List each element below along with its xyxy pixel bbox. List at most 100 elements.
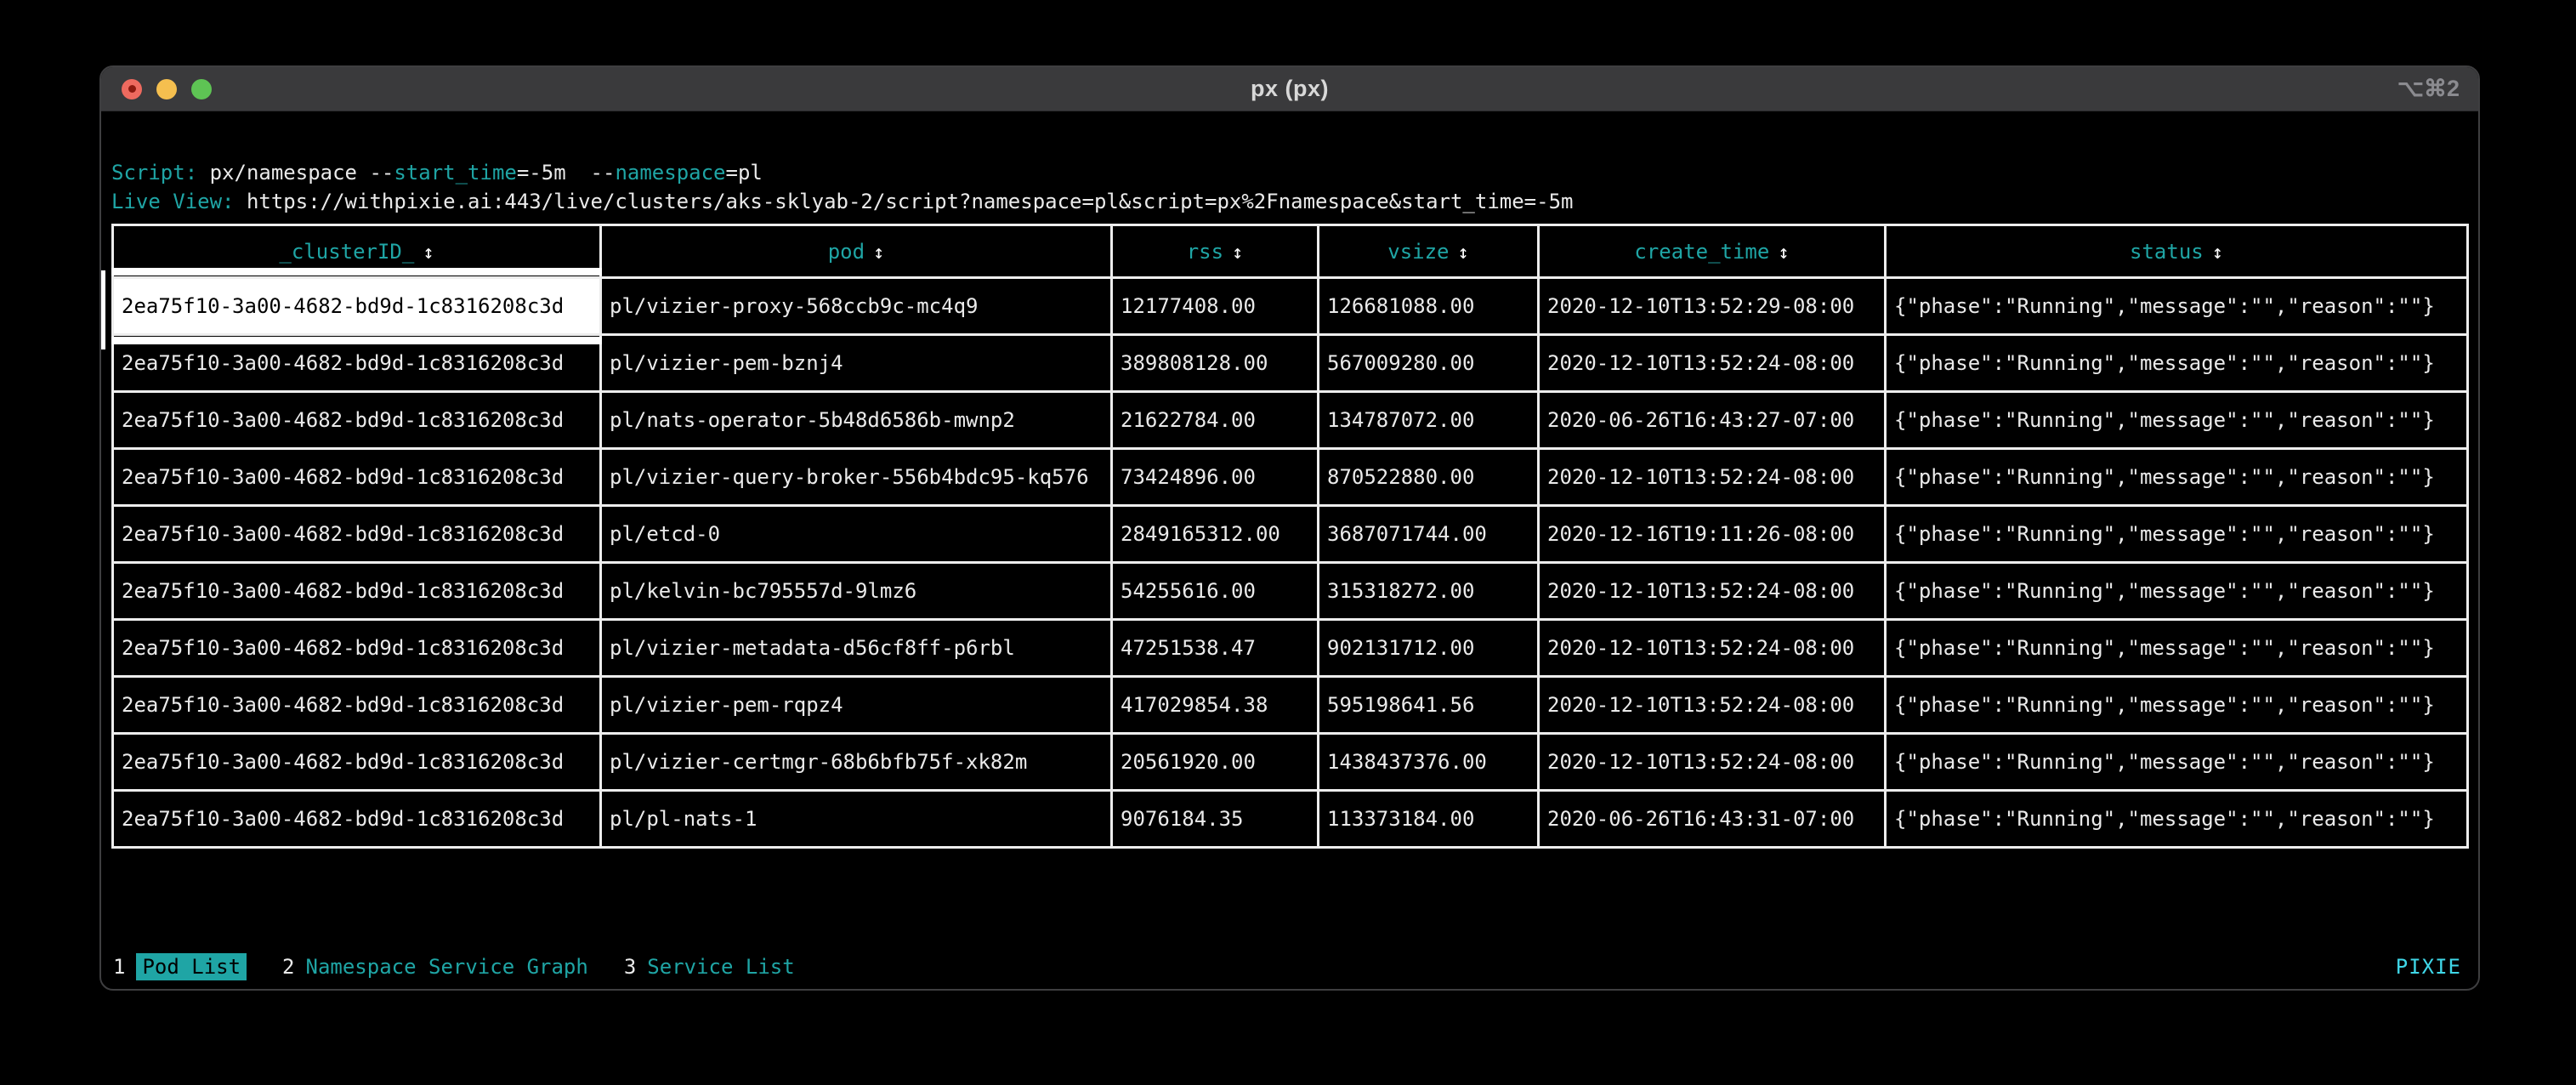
cell-status[interactable]: {"phase":"Running","message":"","reason"… [1884, 276, 2469, 336]
minimize-button[interactable] [156, 78, 177, 99]
terminal-content: Script: px/namespace --start_time=-5m --… [101, 112, 2478, 989]
table-row: 2ea75f10-3a00-4682-bd9d-1c8316208c3d pl/v… [111, 618, 2469, 678]
titlebar[interactable]: px (px) ⌥⌘2 [101, 67, 2478, 111]
terminal-window: px (px) ⌥⌘2 Script: px/namespace --start… [99, 65, 2480, 991]
cell-create_time[interactable]: 2020-12-10T13:52:24-08:00 [1537, 561, 1887, 621]
cell-clusterID[interactable]: 2ea75f10-3a00-4682-bd9d-1c8316208c3d [111, 561, 602, 621]
column-header-pod[interactable]: pod ↕ [599, 224, 1113, 279]
cell-rss[interactable]: 54255616.00 [1110, 561, 1319, 621]
tab-number: 1 [113, 955, 126, 979]
cell-pod[interactable]: pl/vizier-pem-rqpz4 [599, 675, 1113, 735]
tab-number: 3 [623, 955, 637, 979]
close-button[interactable] [122, 78, 142, 99]
flag-namespace-value: =pl [725, 161, 763, 185]
sort-icon: ↕ [1778, 241, 1790, 264]
cell-clusterID[interactable]: 2ea75f10-3a00-4682-bd9d-1c8316208c3d [111, 447, 602, 507]
flag-start-time-value: =-5m [516, 161, 566, 185]
cell-pod[interactable]: pl/pl-nats-1 [599, 789, 1113, 849]
cell-pod[interactable]: pl/nats-operator-5b48d6586b-mwnp2 [599, 390, 1113, 450]
cell-vsize[interactable]: 595198641.56 [1317, 675, 1540, 735]
cell-rss[interactable]: 2849165312.00 [1110, 504, 1319, 564]
cell-pod[interactable]: pl/vizier-pem-bznj4 [599, 333, 1113, 393]
table-row: 2ea75f10-3a00-4682-bd9d-1c8316208c3d pl/e… [111, 504, 2469, 564]
flag-start-time: start_time [394, 161, 517, 185]
cell-pod[interactable]: pl/vizier-metadata-d56cf8ff-p6rbl [599, 618, 1113, 678]
cell-create_time[interactable]: 2020-06-26T16:43:31-07:00 [1537, 789, 1887, 849]
cell-pod[interactable]: pl/vizier-query-broker-556b4bdc95-kq576 [599, 447, 1113, 507]
cell-rss[interactable]: 9076184.35 [1110, 789, 1319, 849]
cell-vsize[interactable]: 134787072.00 [1317, 390, 1540, 450]
cell-create_time[interactable]: 2020-12-10T13:52:24-08:00 [1537, 618, 1887, 678]
cell-create_time[interactable]: 2020-12-10T13:52:29-08:00 [1537, 276, 1887, 336]
cell-pod[interactable]: pl/etcd-0 [599, 504, 1113, 564]
cell-clusterID[interactable]: 2ea75f10-3a00-4682-bd9d-1c8316208c3d [111, 675, 602, 735]
traffic-lights [122, 67, 212, 111]
column-header-create-time[interactable]: create_time ↕ [1537, 224, 1887, 279]
cell-rss[interactable]: 389808128.00 [1110, 333, 1319, 393]
cell-status[interactable]: {"phase":"Running","message":"","reason"… [1884, 390, 2469, 450]
tab-label: Namespace Service Graph [305, 955, 588, 979]
cell-create_time[interactable]: 2020-06-26T16:43:27-07:00 [1537, 390, 1887, 450]
cell-vsize[interactable]: 3687071744.00 [1317, 504, 1540, 564]
sort-icon: ↕ [423, 241, 434, 264]
cell-create_time[interactable]: 2020-12-10T13:52:24-08:00 [1537, 333, 1887, 393]
flag-dashes: -- [369, 161, 394, 185]
script-label: Script: [111, 161, 210, 185]
column-header-rss[interactable]: rss ↕ [1110, 224, 1319, 279]
cell-clusterID[interactable]: 2ea75f10-3a00-4682-bd9d-1c8316208c3d [111, 732, 602, 792]
fullscreen-button[interactable] [191, 78, 212, 99]
cell-pod[interactable]: pl/vizier-proxy-568ccb9c-mc4q9 [599, 276, 1113, 336]
column-header-vsize[interactable]: vsize ↕ [1317, 224, 1540, 279]
flag-dashes: -- [590, 161, 616, 185]
window-shortcut-badge: ⌥⌘2 [2397, 76, 2460, 101]
cell-vsize[interactable]: 126681088.00 [1317, 276, 1540, 336]
tab-number: 2 [282, 955, 295, 979]
cell-vsize[interactable]: 1438437376.00 [1317, 732, 1540, 792]
pods-table: _clusterID_ ↕ pod ↕ rss ↕ vsize ↕ create_tim… [111, 224, 2469, 849]
cell-vsize[interactable]: 113373184.00 [1317, 789, 1540, 849]
cell-rss[interactable]: 73424896.00 [1110, 447, 1319, 507]
tab-pod-list[interactable]: 1 Pod List [113, 953, 247, 980]
cell-rss[interactable]: 47251538.47 [1110, 618, 1319, 678]
table-body: 2ea75f10-3a00-4682-bd9d-1c8316208c3d pl/v… [111, 269, 2469, 849]
column-header-status[interactable]: status ↕ [1884, 224, 2469, 279]
tab-label: Pod List [136, 953, 247, 980]
cell-create_time[interactable]: 2020-12-10T13:52:24-08:00 [1537, 675, 1887, 735]
pods-table-container: _clusterID_ ↕ pod ↕ rss ↕ vsize ↕ create_tim… [101, 224, 2469, 849]
unsaved-dot-icon [128, 85, 136, 93]
cell-status[interactable]: {"phase":"Running","message":"","reason"… [1884, 732, 2469, 792]
tab-bar: 1 Pod List 2 Namespace Service Graph 3 Serv… [113, 953, 2461, 980]
cell-rss[interactable]: 20561920.00 [1110, 732, 1319, 792]
cell-create_time[interactable]: 2020-12-10T13:52:24-08:00 [1537, 732, 1887, 792]
cell-pod[interactable]: pl/vizier-certmgr-68b6bfb75f-xk82m [599, 732, 1113, 792]
table-row: 2ea75f10-3a00-4682-bd9d-1c8316208c3d pl/v… [111, 675, 2469, 735]
cell-clusterID[interactable]: 2ea75f10-3a00-4682-bd9d-1c8316208c3d [111, 618, 602, 678]
cell-rss[interactable]: 21622784.00 [1110, 390, 1319, 450]
cell-status[interactable]: {"phase":"Running","message":"","reason"… [1884, 675, 2469, 735]
cell-status[interactable]: {"phase":"Running","message":"","reason"… [1884, 447, 2469, 507]
live-view-line: Live View: https://withpixie.ai:443/live… [111, 187, 2478, 216]
cell-clusterID[interactable]: 2ea75f10-3a00-4682-bd9d-1c8316208c3d [111, 504, 602, 564]
cell-vsize[interactable]: 902131712.00 [1317, 618, 1540, 678]
script-command: px/namespace [209, 161, 370, 185]
cell-status[interactable]: {"phase":"Running","message":"","reason"… [1884, 618, 2469, 678]
live-view-url[interactable]: https://withpixie.ai:443/live/clusters/a… [247, 190, 1574, 213]
cell-status[interactable]: {"phase":"Running","message":"","reason"… [1884, 504, 2469, 564]
cell-rss[interactable]: 417029854.38 [1110, 675, 1319, 735]
cell-vsize[interactable]: 870522880.00 [1317, 447, 1540, 507]
tab-service-list[interactable]: 3 Service List [624, 955, 795, 979]
cell-pod[interactable]: pl/kelvin-bc795557d-9lmz6 [599, 561, 1113, 621]
cell-create_time[interactable]: 2020-12-16T19:11:26-08:00 [1537, 504, 1887, 564]
cell-vsize[interactable]: 315318272.00 [1317, 561, 1540, 621]
cell-status[interactable]: {"phase":"Running","message":"","reason"… [1884, 333, 2469, 393]
cell-clusterID[interactable]: 2ea75f10-3a00-4682-bd9d-1c8316208c3d [111, 390, 602, 450]
cell-clusterID[interactable]: 2ea75f10-3a00-4682-bd9d-1c8316208c3d [111, 789, 602, 849]
cell-vsize[interactable]: 567009280.00 [1317, 333, 1540, 393]
cell-rss[interactable]: 12177408.00 [1110, 276, 1319, 336]
tab-namespace-service-graph[interactable]: 2 Namespace Service Graph [282, 955, 588, 979]
cell-clusterID[interactable]: 2ea75f10-3a00-4682-bd9d-1c8316208c3d [111, 269, 604, 346]
cell-status[interactable]: {"phase":"Running","message":"","reason"… [1884, 789, 2469, 849]
cell-status[interactable]: {"phase":"Running","message":"","reason"… [1884, 561, 2469, 621]
cell-create_time[interactable]: 2020-12-10T13:52:24-08:00 [1537, 447, 1887, 507]
